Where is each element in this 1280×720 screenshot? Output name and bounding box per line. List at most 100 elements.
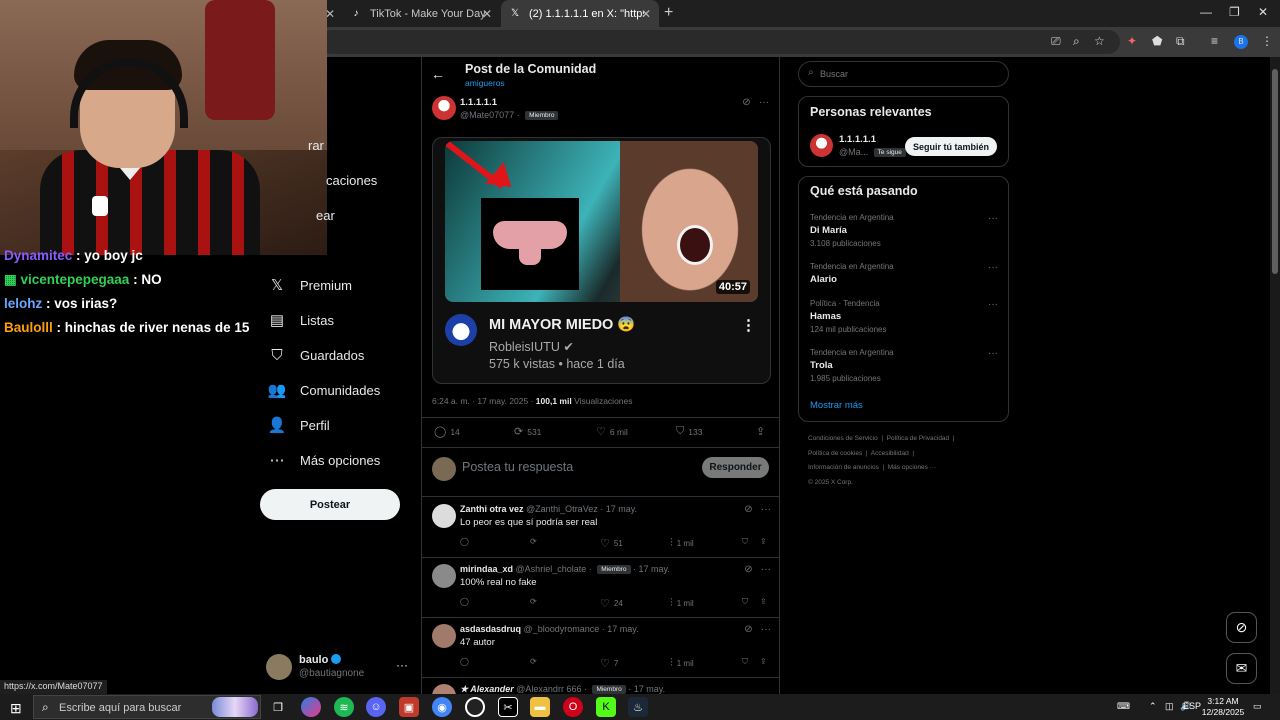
more-icon[interactable]: ···: [761, 504, 771, 515]
reply-icon[interactable]: ◯: [460, 657, 469, 666]
chevron-up-icon[interactable]: ⌃: [1149, 701, 1157, 712]
chrome-icon[interactable]: ◉: [432, 697, 452, 717]
more-icon[interactable]: ···: [988, 348, 998, 359]
capcut-icon[interactable]: ✂: [498, 697, 518, 717]
extension-icon[interactable]: ⬟: [1152, 34, 1162, 48]
url-field[interactable]: [320, 30, 1120, 54]
reply-input[interactable]: Postea tu respuesta: [462, 460, 573, 474]
views-button[interactable]: ⫶ 1 mil: [670, 537, 694, 550]
relevant-person-name[interactable]: 1.1.1.1.1: [839, 134, 876, 145]
comment-item[interactable]: asdasdasdruq @_bloodyromance · 17 may. 4…: [422, 617, 779, 677]
nav-item-communities[interactable]: 👥 Comunidades: [258, 378, 381, 402]
clock[interactable]: 3:12 AM 12/28/2025: [1200, 696, 1246, 718]
messages-fab-icon[interactable]: ✉: [1226, 653, 1257, 684]
taskbar-search[interactable]: ⌕ Escribe aquí para buscar: [33, 695, 261, 719]
bookmark-icon[interactable]: ⛉: [742, 657, 748, 667]
back-arrow-icon[interactable]: ←: [431, 66, 445, 82]
like-button[interactable]: ♡ 7: [600, 657, 618, 670]
nav-item-lists[interactable]: ▤ Listas: [258, 308, 334, 332]
star-icon[interactable]: ☆: [1094, 34, 1105, 48]
comment-item[interactable]: Zanthi otra vez @Zanthi_OtraVez · 17 may…: [422, 497, 779, 557]
like-button[interactable]: ♡ 51: [600, 537, 623, 550]
comment-author[interactable]: mirindaa_xd: [460, 564, 513, 574]
avatar[interactable]: [432, 624, 456, 648]
grok-fab-icon[interactable]: ⊘: [1226, 612, 1257, 643]
discord-icon[interactable]: ☺: [366, 697, 386, 717]
grok-icon[interactable]: ⊘: [744, 564, 752, 575]
more-icon[interactable]: ···: [396, 658, 408, 672]
reply-button[interactable]: ◯ 14: [434, 425, 460, 438]
obs-icon[interactable]: [465, 697, 485, 717]
comment-author[interactable]: Zanthi otra vez: [460, 504, 524, 514]
reading-list-icon[interactable]: ≡: [1211, 34, 1218, 48]
more-icon[interactable]: ···: [759, 97, 769, 108]
share-icon[interactable]: ⇪: [760, 537, 767, 546]
repost-icon[interactable]: ⟳: [530, 657, 537, 666]
more-icon[interactable]: ···: [988, 299, 998, 310]
scrollbar-thumb[interactable]: [1272, 69, 1278, 274]
notifications-icon[interactable]: ▭: [1253, 701, 1262, 712]
extension-fox-icon[interactable]: ✦: [1127, 34, 1137, 48]
page-scrollbar[interactable]: [1270, 57, 1280, 697]
profile-avatar-icon[interactable]: B: [1234, 35, 1248, 49]
footer-link[interactable]: Información de anuncios: [808, 464, 879, 471]
tab-close-icon[interactable]: ✕: [641, 7, 651, 21]
file-explorer-icon[interactable]: ▬: [530, 697, 550, 717]
share-button[interactable]: ⇪: [756, 425, 769, 438]
post-author[interactable]: 1.1.1.1.1: [460, 97, 497, 108]
tab-close-icon[interactable]: ✕: [482, 7, 492, 21]
trend-item[interactable]: Tendencia en Argentina Alario ···: [810, 262, 998, 285]
footer-link[interactable]: Accesibilidad: [871, 450, 909, 457]
share-icon[interactable]: ⇪: [760, 657, 767, 666]
like-button[interactable]: ♡ 6 mil: [596, 425, 628, 438]
repost-icon[interactable]: ⟳: [530, 537, 537, 546]
comment-author[interactable]: asdasdasdruq: [460, 624, 521, 634]
nav-item-partial[interactable]: caciones: [326, 168, 377, 192]
bookmark-button[interactable]: ⛉ 133: [676, 425, 702, 438]
trend-item[interactable]: Política · Tendencia Hamas 124 mil publi…: [810, 299, 998, 334]
menu-kebab-icon[interactable]: ⋮: [1261, 34, 1273, 48]
footer-link[interactable]: Más opciones ···: [888, 464, 936, 471]
views-button[interactable]: ⫶ 1 mil: [670, 597, 694, 610]
views-button[interactable]: ⫶ 1 mil: [670, 657, 694, 670]
avatar[interactable]: [432, 504, 456, 528]
close-window-icon[interactable]: ✕: [1258, 5, 1268, 19]
copilot-icon[interactable]: [301, 697, 321, 717]
grok-icon[interactable]: ⊘: [744, 624, 752, 635]
opera-icon[interactable]: O: [563, 697, 583, 717]
footer-link[interactable]: Política de cookies: [808, 450, 862, 457]
video-title[interactable]: MI MAYOR MIEDO 😨: [489, 316, 635, 333]
language-indicator[interactable]: ESP: [1183, 701, 1201, 711]
tab-tiktok[interactable]: ♪ TikTok - Make Your Day ✕: [342, 0, 500, 27]
follow-back-button[interactable]: Seguir tú también: [905, 137, 997, 156]
community-link[interactable]: amigueros: [465, 78, 505, 88]
avatar[interactable]: [432, 564, 456, 588]
comment-handle[interactable]: @Alexandrr 666: [516, 684, 581, 694]
nav-item-premium[interactable]: 𝕏 Premium: [258, 273, 352, 297]
more-icon[interactable]: ···: [761, 624, 771, 635]
nav-item-partial[interactable]: ear: [316, 203, 335, 227]
footer-link[interactable]: Política de Privacidad: [887, 435, 950, 442]
keyboard-icon[interactable]: ⌨: [1117, 701, 1130, 712]
zoom-icon[interactable]: ⌕: [1073, 34, 1080, 49]
repost-button[interactable]: ⟳ 531: [514, 425, 541, 438]
minimize-icon[interactable]: —: [1200, 5, 1212, 19]
grok-icon[interactable]: ⊘: [744, 504, 752, 515]
channel-avatar[interactable]: [445, 314, 477, 346]
nav-item-bookmarks[interactable]: ⛉ Guardados: [258, 343, 364, 367]
network-icon[interactable]: ◫: [1165, 701, 1174, 712]
trend-item[interactable]: Tendencia en Argentina Di María 3.108 pu…: [810, 213, 998, 248]
youtube-embed-card[interactable]: 40:57 MI MAYOR MIEDO 😨 RobleisIUTU ✔ 575…: [432, 137, 771, 384]
bookmark-icon[interactable]: ⛉: [742, 537, 748, 547]
avatar[interactable]: [810, 134, 833, 157]
reply-icon[interactable]: ◯: [460, 537, 469, 546]
more-icon[interactable]: ···: [761, 564, 771, 575]
like-button[interactable]: ♡ 24: [600, 597, 623, 610]
nav-item-more[interactable]: ⋯ Más opciones: [258, 448, 381, 472]
video-thumbnail[interactable]: 40:57: [445, 141, 758, 302]
puzzle-icon[interactable]: ⧉: [1176, 34, 1185, 49]
more-icon[interactable]: ···: [988, 213, 998, 224]
windows-start-icon[interactable]: ⊞: [10, 700, 22, 717]
kick-icon[interactable]: K: [596, 697, 616, 717]
bookmark-icon[interactable]: ⛉: [742, 597, 748, 607]
